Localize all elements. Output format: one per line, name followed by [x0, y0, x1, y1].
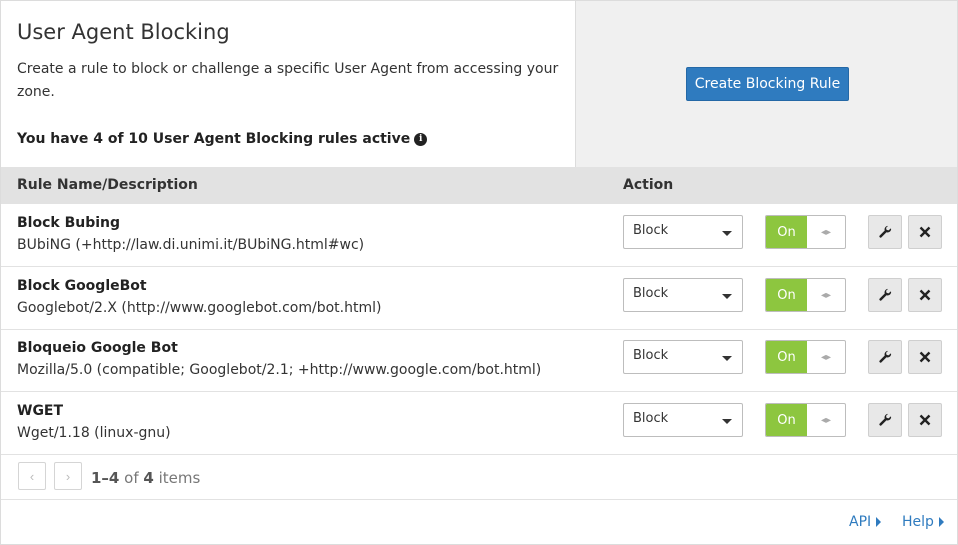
rule-user-agent: BUbiNG (+http://law.di.unimi.it/BUbiNG.h… [17, 237, 365, 253]
create-blocking-rule-button[interactable]: Create Blocking Rule [686, 67, 849, 101]
edit-rule-button[interactable] [868, 215, 902, 249]
wrench-icon [879, 350, 892, 363]
prev-page-button[interactable]: ‹ [18, 462, 46, 490]
delete-rule-button[interactable] [908, 403, 942, 437]
action-select-value: Block [633, 348, 669, 363]
rule-name: WGET [17, 403, 64, 419]
column-header-rule-name: Rule Name/Description [17, 177, 198, 193]
page-description: Create a rule to block or challenge a sp… [17, 61, 559, 100]
caret-right-icon [876, 517, 882, 527]
rule-toggle[interactable]: On ◂▸ [765, 278, 846, 312]
card-header: User Agent Blocking Create a rule to blo… [1, 1, 957, 167]
rule-name: Block GoogleBot [17, 278, 147, 294]
delete-rule-button[interactable] [908, 340, 942, 374]
edit-rule-button[interactable] [868, 278, 902, 312]
chevron-down-icon [722, 231, 732, 236]
caret-right-icon [938, 517, 944, 527]
wrench-icon [879, 413, 892, 426]
active-rules-text: You have 4 of 10 User Agent Blocking rul… [17, 131, 411, 147]
rule-toggle[interactable]: On ◂▸ [765, 340, 846, 374]
api-link[interactable]: API [849, 514, 882, 530]
drag-handle-icon: ◂▸ [820, 351, 832, 363]
action-select-value: Block [633, 286, 669, 301]
active-rules-count: You have 4 of 10 User Agent Blocking rul… [17, 130, 428, 148]
pagination-info: 1–4 of 4 items [91, 469, 200, 487]
wrench-icon [879, 225, 892, 238]
toggle-on-label: On [766, 404, 807, 436]
pagination-range: 1–4 [91, 469, 120, 487]
api-link-label: API [849, 514, 872, 530]
rule-user-agent: Wget/1.18 (linux-gnu) [17, 425, 171, 441]
chevron-right-icon: › [65, 468, 71, 484]
table-row: Bloqueio Google Bot Mozilla/5.0 (compati… [1, 329, 957, 392]
drag-handle-icon: ◂▸ [820, 226, 832, 238]
column-header-action: Action [623, 177, 674, 193]
help-link-label: Help [902, 514, 934, 530]
rule-name: Bloqueio Google Bot [17, 340, 178, 356]
rule-name: Block Bubing [17, 215, 121, 231]
header-actions: Create Blocking Rule [575, 1, 957, 167]
delete-rule-button[interactable] [908, 278, 942, 312]
rule-user-agent: Googlebot/2.X (http://www.googlebot.com/… [17, 300, 382, 316]
chevron-down-icon [722, 294, 732, 299]
action-select[interactable]: Block [623, 403, 743, 437]
next-page-button[interactable]: › [54, 462, 82, 490]
drag-handle-icon: ◂▸ [820, 414, 832, 426]
action-select[interactable]: Block [623, 278, 743, 312]
action-select[interactable]: Block [623, 215, 743, 249]
chevron-left-icon: ‹ [29, 468, 35, 484]
table-row: Block Bubing BUbiNG (+http://law.di.unim… [1, 204, 957, 267]
pagination-total: 4 [143, 469, 154, 487]
toggle-on-label: On [766, 341, 807, 373]
info-icon[interactable]: i [414, 132, 428, 146]
action-select[interactable]: Block [623, 340, 743, 374]
page-title: User Agent Blocking [17, 20, 230, 44]
table-row: WGET Wget/1.18 (linux-gnu) Block On ◂▸ [1, 392, 957, 455]
user-agent-blocking-card: User Agent Blocking Create a rule to blo… [0, 0, 958, 545]
pagination-unit: items [158, 469, 201, 487]
toggle-on-label: On [766, 216, 807, 248]
toggle-on-label: On [766, 279, 807, 311]
close-icon [919, 351, 931, 363]
pagination-of: of [124, 469, 139, 487]
chevron-down-icon [722, 419, 732, 424]
table-row: Block GoogleBot Googlebot/2.X (http://ww… [1, 267, 957, 330]
chevron-down-icon [722, 356, 732, 361]
pagination: ‹ › 1–4 of 4 items [1, 454, 957, 500]
close-icon [919, 226, 931, 238]
rule-toggle[interactable]: On ◂▸ [765, 215, 846, 249]
action-select-value: Block [633, 223, 669, 238]
delete-rule-button[interactable] [908, 215, 942, 249]
close-icon [919, 414, 931, 426]
action-select-value: Block [633, 411, 669, 426]
close-icon [919, 289, 931, 301]
drag-handle-icon: ◂▸ [820, 289, 832, 301]
edit-rule-button[interactable] [868, 403, 902, 437]
rule-user-agent: Mozilla/5.0 (compatible; Googlebot/2.1; … [17, 362, 542, 378]
table-header: Rule Name/Description Action [1, 167, 957, 204]
wrench-icon [879, 288, 892, 301]
rule-toggle[interactable]: On ◂▸ [765, 403, 846, 437]
help-link[interactable]: Help [902, 514, 944, 530]
edit-rule-button[interactable] [868, 340, 902, 374]
